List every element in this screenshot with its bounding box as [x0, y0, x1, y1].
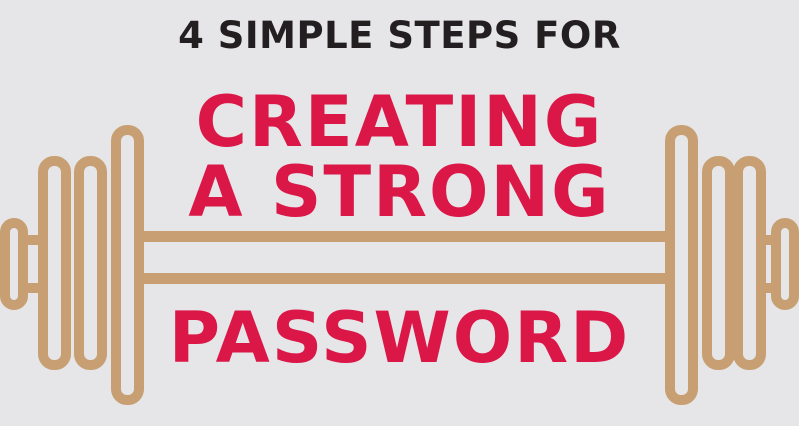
right-outer-cap — [771, 218, 799, 310]
title-line-password: PASSWORD — [168, 297, 631, 379]
title-line-creating: CREATING — [195, 81, 604, 163]
subtitle: 4 SIMPLE STEPS FOR — [178, 14, 621, 57]
bar-bottom — [139, 273, 670, 284]
title-line-a-strong: A STRONG — [188, 151, 611, 233]
